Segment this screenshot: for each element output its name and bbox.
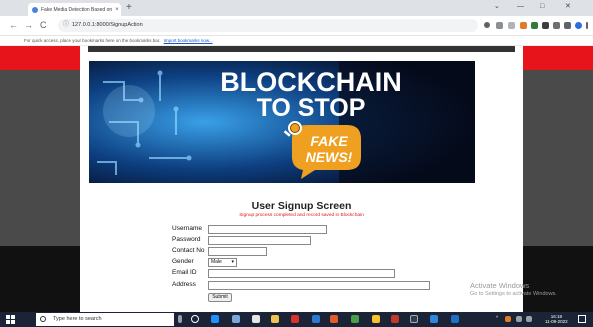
reload-button[interactable]: C xyxy=(40,20,47,31)
acrobat-icon[interactable] xyxy=(291,315,299,323)
email-label: Email ID xyxy=(172,269,197,276)
new-tab-button[interactable]: + xyxy=(126,2,132,14)
wifi-icon[interactable] xyxy=(516,316,522,322)
import-bookmarks-link[interactable]: Import bookmarks now... xyxy=(164,38,213,43)
username-input[interactable] xyxy=(208,225,327,234)
footer-band-right xyxy=(513,246,593,312)
profile-icon[interactable] xyxy=(575,22,582,29)
app-icon-grid[interactable] xyxy=(430,315,438,323)
extensions-puzzle-icon[interactable] xyxy=(542,22,549,29)
banner-line-4: NEWS! xyxy=(306,149,353,165)
tray-chevron-icon[interactable]: ^ xyxy=(496,315,498,320)
mail-icon[interactable] xyxy=(252,315,260,323)
header-band-right xyxy=(513,46,593,70)
app-icon-orange[interactable] xyxy=(330,315,338,323)
browser-tab-strip: Fake Media Detection Based on × + ⌄ — □ … xyxy=(0,0,593,16)
email-input[interactable] xyxy=(208,269,395,278)
banner-line-1: BLOCKCHAIN xyxy=(220,67,402,97)
form-title: User Signup Screen xyxy=(251,200,352,212)
word-icon[interactable] xyxy=(451,315,459,323)
chevron-down-icon: ▾ xyxy=(231,259,234,265)
gender-label: Gender xyxy=(172,258,194,265)
blockchain-banner: BLOCKCHAIN TO STOP FAKE NEWS! xyxy=(89,61,475,183)
nav-strip xyxy=(88,46,515,52)
browser-tab[interactable]: Fake Media Detection Based on × xyxy=(28,3,121,16)
banner-line-2: TO STOP xyxy=(257,94,366,122)
browser-toolbar: ← → C ⓘ 127.0.0.1:8000/SignupAction xyxy=(0,16,593,36)
maximize-button[interactable]: □ xyxy=(540,2,544,12)
url-text: 127.0.0.1:8000/SignupAction xyxy=(72,22,143,28)
search-placeholder: Type here to search xyxy=(53,316,102,322)
address-input[interactable] xyxy=(208,281,430,290)
forward-button[interactable]: → xyxy=(24,20,33,31)
footer-band-left xyxy=(0,246,80,312)
page-content: BLOCKCHAIN TO STOP FAKE NEWS! User Signu… xyxy=(0,46,593,312)
bookmark-star-icon[interactable] xyxy=(508,22,515,29)
windows-start-icon[interactable] xyxy=(6,315,15,324)
windows-taskbar: Type here to search ^ 16:18 11-09-2022 xyxy=(0,312,593,327)
app-icon-green[interactable] xyxy=(351,315,359,323)
info-icon: ⓘ xyxy=(63,22,70,28)
clock-date: 11-09-2022 xyxy=(545,319,568,324)
password-label: Password xyxy=(172,236,201,243)
contact-input[interactable] xyxy=(208,247,267,256)
banner-line-3: FAKE xyxy=(310,133,348,149)
address-bar[interactable]: ⓘ 127.0.0.1:8000/SignupAction xyxy=(58,19,478,32)
bookmarks-hint: For quick access, place your bookmarks h… xyxy=(24,38,161,43)
app-icon-red[interactable] xyxy=(391,315,399,323)
app-icon-dark[interactable] xyxy=(410,315,418,323)
reading-list-icon[interactable] xyxy=(553,22,560,29)
tab-list-chevron-icon[interactable]: ⌄ xyxy=(494,2,500,12)
file-explorer-icon[interactable] xyxy=(271,315,279,323)
watermark-title: Activate Windows xyxy=(470,281,530,290)
header-band-left xyxy=(0,46,80,70)
username-label: Username xyxy=(172,225,202,232)
minimize-button[interactable]: — xyxy=(517,2,524,12)
app-icon-blue[interactable] xyxy=(312,315,320,323)
microphone-icon[interactable] xyxy=(178,315,182,323)
chrome-icon[interactable] xyxy=(372,315,380,323)
extension-shield-icon[interactable] xyxy=(531,22,538,29)
watermark-subtitle: Go to Settings to activate Windows. xyxy=(470,291,557,297)
share-icon[interactable] xyxy=(496,22,503,29)
cortana-icon[interactable] xyxy=(191,315,199,323)
back-button[interactable]: ← xyxy=(9,20,18,31)
more-menu-icon[interactable] xyxy=(586,22,588,29)
volume-icon[interactable] xyxy=(526,316,532,322)
gender-select[interactable]: Male ▾ xyxy=(208,258,237,267)
status-message: Signup process completed and record save… xyxy=(239,213,364,218)
password-input[interactable] xyxy=(208,236,311,245)
contact-label: Contact No xyxy=(172,247,205,254)
gender-value: Male xyxy=(211,259,222,265)
extension-fox-icon[interactable] xyxy=(520,22,527,29)
content-wrapper: BLOCKCHAIN TO STOP FAKE NEWS! User Signu… xyxy=(80,46,523,312)
tab-title: Fake Media Detection Based on xyxy=(41,6,113,13)
tab-close-icon[interactable]: × xyxy=(113,7,121,13)
system-clock[interactable]: 16:18 11-09-2022 xyxy=(545,314,568,324)
tray-app-icon[interactable] xyxy=(505,316,511,322)
bookmarks-bar: For quick access, place your bookmarks h… xyxy=(0,36,593,46)
task-view-icon[interactable] xyxy=(232,315,240,323)
site-favicon-icon xyxy=(32,6,38,13)
key-icon[interactable] xyxy=(484,22,490,28)
edge-icon[interactable] xyxy=(211,315,219,323)
activate-windows-watermark: Activate Windows Go to Settings to activ… xyxy=(470,281,557,299)
side-panel-icon[interactable] xyxy=(564,22,571,29)
address-label: Address xyxy=(172,281,196,288)
notification-center-icon[interactable] xyxy=(578,315,586,323)
taskbar-search-box[interactable]: Type here to search xyxy=(36,313,174,326)
search-icon xyxy=(40,316,46,322)
close-window-button[interactable]: ✕ xyxy=(565,2,571,12)
submit-button[interactable]: Submit xyxy=(208,293,232,302)
